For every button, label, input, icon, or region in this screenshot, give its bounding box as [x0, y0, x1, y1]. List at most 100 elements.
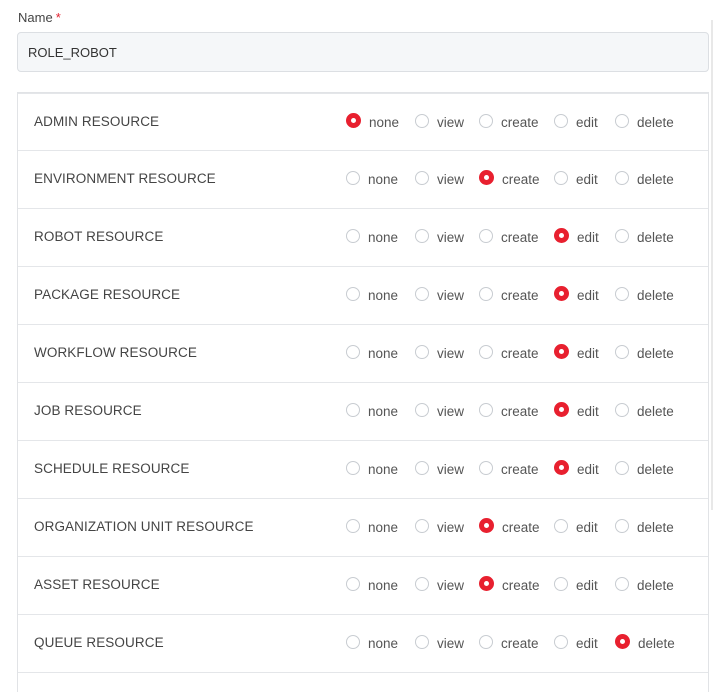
radio-button[interactable]: [479, 402, 493, 417]
radio-option-edit[interactable]: edit: [554, 209, 599, 265]
radio-option-none[interactable]: none: [346, 615, 398, 671]
radio-button[interactable]: [554, 634, 568, 649]
radio-option-create[interactable]: create: [479, 499, 540, 555]
radio-option-view[interactable]: view: [415, 94, 464, 150]
radio-button[interactable]: [346, 576, 360, 591]
radio-button[interactable]: [415, 518, 429, 533]
radio-option-edit[interactable]: edit: [554, 267, 599, 323]
radio-option-delete[interactable]: delete: [615, 94, 674, 150]
radio-button[interactable]: [479, 286, 493, 301]
radio-option-none[interactable]: none: [346, 325, 398, 381]
radio-option-view[interactable]: view: [415, 615, 464, 671]
radio-option-none[interactable]: none: [346, 94, 399, 150]
radio-button[interactable]: [479, 518, 494, 533]
radio-option-view[interactable]: view: [415, 557, 464, 613]
radio-button[interactable]: [415, 634, 429, 649]
radio-button[interactable]: [615, 460, 629, 475]
radio-button[interactable]: [479, 576, 494, 591]
radio-option-edit[interactable]: edit: [554, 383, 599, 439]
radio-button[interactable]: [415, 460, 429, 475]
radio-option-create[interactable]: create: [479, 94, 539, 150]
radio-option-edit[interactable]: edit: [554, 615, 598, 671]
radio-button[interactable]: [415, 576, 429, 591]
radio-button[interactable]: [615, 576, 629, 591]
radio-option-view[interactable]: view: [415, 383, 464, 439]
radio-button[interactable]: [554, 170, 568, 185]
radio-button[interactable]: [554, 518, 568, 533]
radio-option-view[interactable]: view: [415, 267, 464, 323]
radio-option-delete[interactable]: delete: [615, 151, 674, 207]
radio-option-delete[interactable]: delete: [615, 499, 674, 555]
radio-option-delete[interactable]: delete: [615, 325, 674, 381]
radio-option-edit[interactable]: edit: [554, 151, 598, 207]
radio-button[interactable]: [554, 228, 569, 243]
radio-button[interactable]: [415, 344, 429, 359]
radio-button[interactable]: [479, 344, 493, 359]
radio-button[interactable]: [346, 518, 360, 533]
radio-button[interactable]: [554, 460, 569, 475]
radio-option-none[interactable]: none: [346, 441, 398, 497]
radio-button[interactable]: [554, 344, 569, 359]
radio-button[interactable]: [346, 634, 360, 649]
radio-option-create[interactable]: create: [479, 441, 539, 497]
radio-option-delete[interactable]: delete: [615, 383, 674, 439]
radio-button[interactable]: [479, 170, 494, 185]
radio-button[interactable]: [415, 402, 429, 417]
radio-option-create[interactable]: create: [479, 267, 539, 323]
radio-option-create[interactable]: create: [479, 325, 539, 381]
radio-button[interactable]: [479, 113, 493, 128]
radio-button[interactable]: [415, 286, 429, 301]
radio-button[interactable]: [554, 113, 568, 128]
radio-option-delete[interactable]: delete: [615, 557, 674, 613]
radio-option-edit[interactable]: edit: [554, 94, 598, 150]
radio-button[interactable]: [479, 634, 493, 649]
radio-button[interactable]: [479, 228, 493, 243]
radio-button[interactable]: [346, 344, 360, 359]
radio-option-edit[interactable]: edit: [554, 499, 598, 555]
radio-button[interactable]: [346, 170, 360, 185]
radio-button[interactable]: [346, 460, 360, 475]
radio-option-none[interactable]: none: [346, 557, 398, 613]
radio-button[interactable]: [615, 402, 629, 417]
radio-option-none[interactable]: none: [346, 267, 398, 323]
radio-option-create[interactable]: create: [479, 209, 539, 265]
radio-button[interactable]: [346, 286, 360, 301]
radio-button[interactable]: [615, 228, 629, 243]
radio-option-view[interactable]: view: [415, 209, 464, 265]
radio-option-view[interactable]: view: [415, 499, 464, 555]
role-name-input[interactable]: [17, 32, 709, 72]
radio-option-delete[interactable]: delete: [615, 615, 675, 671]
radio-button[interactable]: [346, 113, 361, 128]
radio-option-view[interactable]: view: [415, 441, 464, 497]
radio-button[interactable]: [554, 286, 569, 301]
radio-button[interactable]: [615, 170, 629, 185]
radio-button[interactable]: [615, 344, 629, 359]
radio-button[interactable]: [554, 576, 568, 591]
scrollbar-track[interactable]: [709, 0, 713, 679]
radio-option-create[interactable]: create: [479, 151, 540, 207]
radio-option-none[interactable]: none: [346, 383, 398, 439]
radio-option-none[interactable]: none: [346, 151, 398, 207]
radio-button[interactable]: [615, 518, 629, 533]
radio-button[interactable]: [415, 170, 429, 185]
radio-button[interactable]: [346, 228, 360, 243]
radio-option-create[interactable]: create: [479, 557, 540, 613]
radio-option-delete[interactable]: delete: [615, 441, 674, 497]
radio-button[interactable]: [415, 228, 429, 243]
radio-button[interactable]: [615, 113, 629, 128]
radio-button[interactable]: [479, 460, 493, 475]
radio-button[interactable]: [415, 113, 429, 128]
radio-option-edit[interactable]: edit: [554, 441, 599, 497]
radio-option-none[interactable]: none: [346, 209, 398, 265]
radio-option-create[interactable]: create: [479, 615, 539, 671]
radio-option-delete[interactable]: delete: [615, 209, 674, 265]
radio-button[interactable]: [554, 402, 569, 417]
radio-button[interactable]: [615, 286, 629, 301]
radio-option-none[interactable]: none: [346, 499, 398, 555]
radio-option-view[interactable]: view: [415, 325, 464, 381]
radio-option-create[interactable]: create: [479, 383, 539, 439]
radio-option-delete[interactable]: delete: [615, 267, 674, 323]
radio-option-edit[interactable]: edit: [554, 557, 598, 613]
radio-button[interactable]: [346, 402, 360, 417]
radio-button[interactable]: [615, 634, 630, 649]
